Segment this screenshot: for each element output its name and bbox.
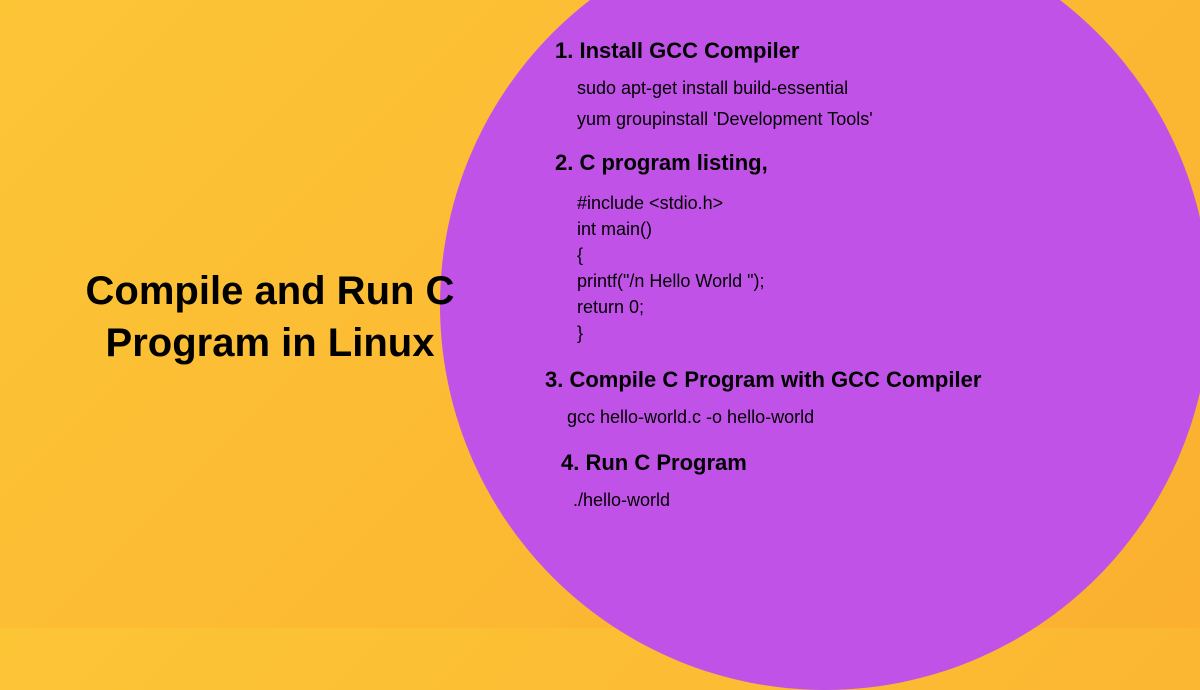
step-1-command-2: yum groupinstall 'Development Tools': [577, 109, 1115, 130]
steps-container: 1. Install GCC Compiler sudo apt-get ins…: [555, 38, 1115, 511]
step-3-command: gcc hello-world.c -o hello-world: [567, 407, 1115, 428]
step-4-command: ./hello-world: [573, 490, 1115, 511]
step-2-heading: 2. C program listing,: [555, 150, 1115, 176]
page-title: Compile and Run C Program in Linux: [55, 265, 485, 369]
step-1-command-1: sudo apt-get install build-essential: [577, 78, 1115, 99]
step-4-heading: 4. Run C Program: [561, 450, 1115, 476]
step-2-code: #include <stdio.h> int main() { printf("…: [577, 190, 1115, 347]
step-3-heading: 3. Compile C Program with GCC Compiler: [545, 367, 1115, 393]
step-1-heading: 1. Install GCC Compiler: [555, 38, 1115, 64]
